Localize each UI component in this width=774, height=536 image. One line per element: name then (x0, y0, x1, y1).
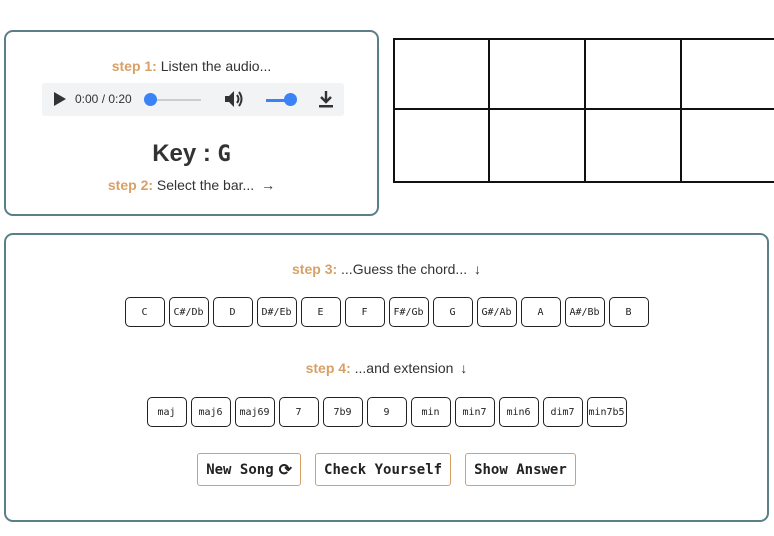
root-chord-button[interactable]: B (608, 297, 649, 327)
key-label: Key : (152, 140, 211, 167)
extension-button[interactable]: min (410, 397, 451, 427)
volume-icon[interactable] (224, 90, 246, 108)
extension-button[interactable]: dim7 (542, 397, 583, 427)
audio-player: 0:00 / 0:20 (42, 83, 344, 116)
extension-button[interactable]: 7 (278, 397, 319, 427)
root-chord-button[interactable]: C (124, 297, 165, 327)
step4-text: ...and extension (354, 360, 454, 376)
bar-cell-5[interactable] (395, 110, 490, 181)
bar-cell-4[interactable] (682, 40, 774, 110)
bar-cell-3[interactable] (586, 40, 682, 110)
volume-knob[interactable] (284, 93, 297, 106)
root-buttons: C C#/Db D D#/Eb E F F#/Gb G G#/Ab A A#/Bb B (6, 297, 767, 327)
step2-text: Select the bar... (156, 177, 255, 193)
show-label: Show Answer (474, 461, 567, 478)
step1-instruction: step 1: Listen the audio... (6, 58, 377, 74)
bar-grid (393, 38, 774, 183)
extension-button[interactable]: min7 (454, 397, 495, 427)
step4-label: step 4: (305, 360, 351, 376)
bar-cell-8[interactable] (682, 110, 774, 181)
extension-buttons: maj maj6 maj69 7 7b9 9 min min7 min6 dim7 min7b5 (6, 397, 767, 427)
new-song-label: New Song (206, 461, 274, 478)
step1-label: step 1: (111, 58, 157, 74)
bar-cell-7[interactable] (586, 110, 682, 181)
refresh-icon: ⟳ (278, 460, 293, 479)
arrow-right-icon: → (261, 177, 276, 193)
step2-label: step 2: (107, 177, 154, 193)
check-yourself-button[interactable]: Check Yourself (315, 453, 452, 486)
step1-text: Listen the audio... (160, 58, 272, 74)
extension-button[interactable]: min6 (498, 397, 539, 427)
key-value: G (217, 142, 231, 167)
extension-button[interactable]: maj6 (190, 397, 231, 427)
root-chord-button[interactable]: E (300, 297, 341, 327)
extension-button[interactable]: 9 (366, 397, 407, 427)
extension-button[interactable]: maj69 (234, 397, 275, 427)
root-chord-button[interactable]: G#/Ab (476, 297, 517, 327)
key-display: Key : G (6, 140, 377, 168)
root-chord-button[interactable]: A#/Bb (564, 297, 605, 327)
play-icon[interactable] (54, 92, 66, 106)
step3-label: step 3: (292, 261, 338, 277)
root-chord-button[interactable]: F (344, 297, 385, 327)
extension-button[interactable]: min7b5 (586, 397, 627, 427)
bar-cell-1[interactable] (395, 40, 490, 110)
root-chord-button[interactable]: D (212, 297, 253, 327)
extension-button[interactable]: 7b9 (322, 397, 363, 427)
root-chord-button[interactable]: C#/Db (168, 297, 209, 327)
download-icon[interactable] (318, 90, 334, 108)
step3-text: ...Guess the chord... (341, 261, 468, 277)
action-buttons: New Song ⟳ Check Yourself Show Answer (6, 453, 767, 486)
step3-instruction: step 3: ...Guess the chord... ↓ (6, 261, 767, 277)
audio-time: 0:00 / 0:20 (75, 92, 132, 106)
root-chord-button[interactable]: D#/Eb (256, 297, 297, 327)
arrow-down-icon: ↓ (473, 261, 481, 277)
step2-instruction: step 2: Select the bar... → (6, 177, 377, 193)
bar-cell-6[interactable] (490, 110, 586, 181)
root-chord-button[interactable]: A (520, 297, 561, 327)
extension-button[interactable]: maj (146, 397, 187, 427)
audio-panel: step 1: Listen the audio... 0:00 / 0:20 … (4, 30, 379, 216)
check-label: Check Yourself (324, 461, 443, 478)
chord-panel: step 3: ...Guess the chord... ↓ C C#/Db D D… (4, 233, 769, 522)
step4-instruction: step 4: ...and extension ↓ (6, 360, 767, 376)
bar-cell-2[interactable] (490, 40, 586, 110)
new-song-button[interactable]: New Song ⟳ (197, 453, 302, 486)
arrow-down-icon: ↓ (460, 360, 468, 376)
show-answer-button[interactable]: Show Answer (465, 453, 576, 486)
root-chord-button[interactable]: F#/Gb (388, 297, 429, 327)
seek-knob[interactable] (144, 93, 157, 106)
root-chord-button[interactable]: G (432, 297, 473, 327)
